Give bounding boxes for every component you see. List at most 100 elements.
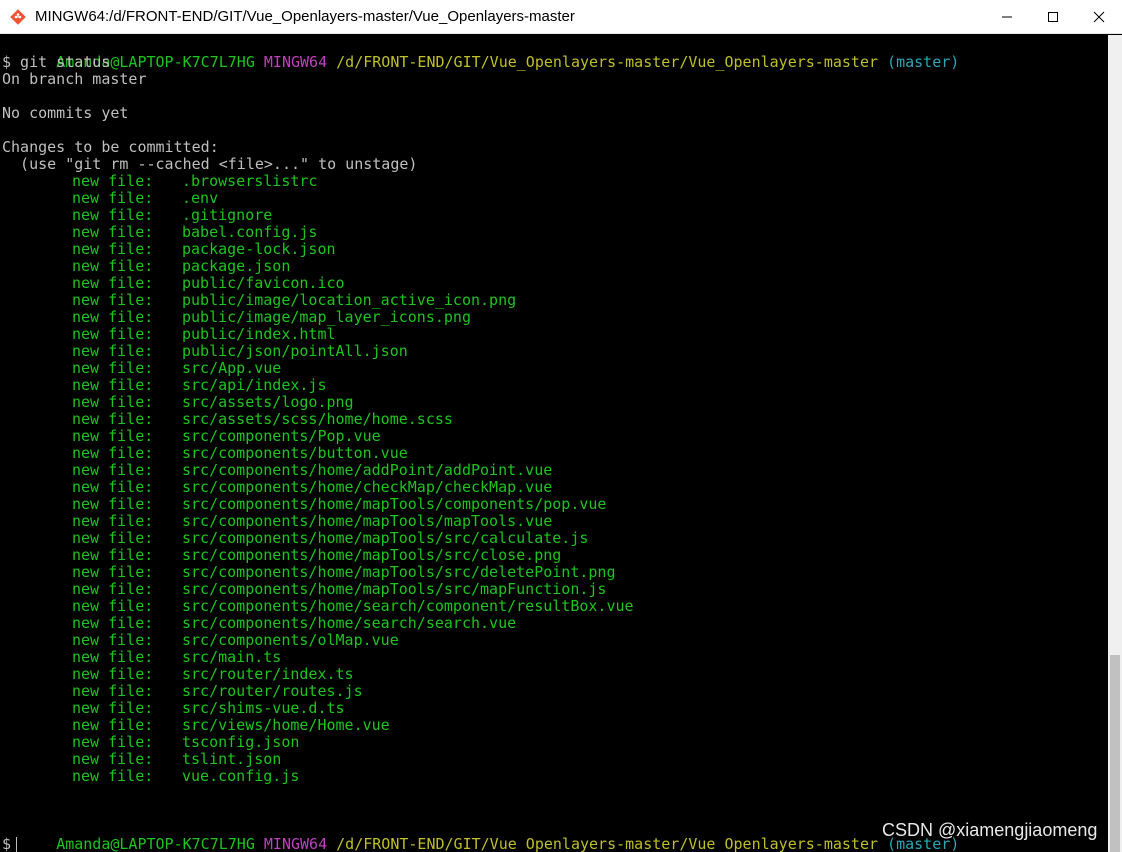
file-path: tslint.json xyxy=(182,750,282,768)
file-path: tsconfig.json xyxy=(182,733,300,751)
prompt-line: Amanda@LAPTOP-K7C7L7HG MINGW64 /d/FRONT-… xyxy=(2,819,959,852)
new-file-label: new file: xyxy=(72,376,154,394)
new-file-label: new file: xyxy=(72,512,154,530)
prompt-path: /d/FRONT-END/GIT/Vue_Openlayers-master/V… xyxy=(336,835,879,852)
file-path: src/views/home/Home.vue xyxy=(182,716,390,734)
prompt-branch: (master) xyxy=(887,53,960,71)
command-line: $ git status xyxy=(2,53,111,71)
file-path: package.json xyxy=(182,257,291,275)
file-path: public/json/pointAll.json xyxy=(182,342,408,360)
file-path: src/components/home/addPoint/addPoint.vu… xyxy=(182,461,553,479)
prompt-user: Amanda@LAPTOP-K7C7L7HG xyxy=(56,835,255,852)
file-path: src/assets/scss/home/home.scss xyxy=(182,410,453,428)
new-file-label: new file: xyxy=(72,631,154,649)
no-commits-text: No commits yet xyxy=(2,104,129,122)
file-path: src/components/home/search/component/res… xyxy=(182,597,634,615)
close-icon xyxy=(1093,11,1105,23)
file-path: src/components/home/mapTools/src/deleteP… xyxy=(182,563,616,581)
file-path: src/components/home/mapTools/src/close.p… xyxy=(182,546,562,564)
git-diamond-icon xyxy=(10,9,26,25)
new-file-label: new file: xyxy=(72,325,154,343)
maximize-icon xyxy=(1048,12,1058,22)
file-path: vue.config.js xyxy=(182,767,300,785)
new-file-label: new file: xyxy=(72,223,154,241)
minimize-icon xyxy=(1002,16,1012,18)
new-file-label: new file: xyxy=(72,291,154,309)
file-path: src/components/home/mapTools/src/mapFunc… xyxy=(182,580,607,598)
new-file-label: new file: xyxy=(72,461,154,479)
prompt-system: MINGW64 xyxy=(263,835,328,852)
new-file-label: new file: xyxy=(72,750,154,768)
new-file-label: new file: xyxy=(72,189,154,207)
new-file-label: new file: xyxy=(72,580,154,598)
new-file-label: new file: xyxy=(72,308,154,326)
new-file-label: new file: xyxy=(72,427,154,445)
file-path: .gitignore xyxy=(182,206,273,224)
new-file-label: new file: xyxy=(72,240,154,258)
file-path: src/components/home/mapTools/components/… xyxy=(182,495,607,513)
text-cursor xyxy=(16,837,18,852)
new-file-label: new file: xyxy=(72,529,154,547)
new-file-label: new file: xyxy=(72,546,154,564)
new-file-label: new file: xyxy=(72,478,154,496)
file-path: public/image/location_active_icon.png xyxy=(182,291,517,309)
file-path: src/api/index.js xyxy=(182,376,327,394)
file-path: src/components/Pop.vue xyxy=(182,427,381,445)
file-path: src/components/home/checkMap/checkMap.vu… xyxy=(182,478,553,496)
new-file-label: new file: xyxy=(72,495,154,513)
new-file-label: new file: xyxy=(72,716,154,734)
new-file-label: new file: xyxy=(72,410,154,428)
file-path: src/App.vue xyxy=(182,359,282,377)
file-path: .browserslistrc xyxy=(182,172,318,190)
file-path: src/components/home/mapTools/mapTools.vu… xyxy=(182,512,553,530)
file-path: src/components/home/search/search.vue xyxy=(182,614,517,632)
new-file-label: new file: xyxy=(72,342,154,360)
file-path: public/index.html xyxy=(182,325,336,343)
new-file-label: new file: xyxy=(72,597,154,615)
scrollbar-thumb[interactable] xyxy=(1110,655,1120,852)
prompt-path: /d/FRONT-END/GIT/Vue_Openlayers-master/V… xyxy=(336,53,879,71)
on-branch-text: On branch master xyxy=(2,70,147,88)
input-line[interactable]: $ xyxy=(2,835,18,852)
new-file-label: new file: xyxy=(72,614,154,632)
file-path: src/components/olMap.vue xyxy=(182,631,399,649)
new-file-label: new file: xyxy=(72,563,154,581)
file-path: src/components/home/mapTools/src/calcula… xyxy=(182,529,589,547)
file-path: package-lock.json xyxy=(182,240,336,258)
new-file-label: new file: xyxy=(72,393,154,411)
new-file-label: new file: xyxy=(72,648,154,666)
file-path: .env xyxy=(182,189,219,207)
vertical-scrollbar[interactable] xyxy=(1108,35,1122,852)
unstage-hint: (use "git rm --cached <file>..." to unst… xyxy=(2,155,418,173)
file-path: src/router/routes.js xyxy=(182,682,363,700)
new-file-label: new file: xyxy=(72,767,154,785)
git-bash-window: MINGW64:/d/FRONT-END/GIT/Vue_Openlayers-… xyxy=(0,0,1122,852)
file-path: src/router/index.ts xyxy=(182,665,354,683)
minimize-button[interactable] xyxy=(984,0,1030,34)
file-path: public/image/map_layer_icons.png xyxy=(182,308,471,326)
file-path: babel.config.js xyxy=(182,223,318,241)
prompt-line: Amanda@LAPTOP-K7C7L7HG MINGW64 /d/FRONT-… xyxy=(2,37,959,71)
file-path: public/favicon.ico xyxy=(182,274,345,292)
new-file-label: new file: xyxy=(72,257,154,275)
title-bar[interactable]: MINGW64:/d/FRONT-END/GIT/Vue_Openlayers-… xyxy=(0,0,1122,34)
window-title: MINGW64:/d/FRONT-END/GIT/Vue_Openlayers-… xyxy=(35,8,575,25)
new-file-label: new file: xyxy=(72,665,154,683)
new-file-label: new file: xyxy=(72,444,154,462)
input-prompt: $ xyxy=(2,835,12,852)
new-file-label: new file: xyxy=(72,172,154,190)
changes-header: Changes to be committed: xyxy=(2,138,219,156)
prompt-system: MINGW64 xyxy=(263,53,328,71)
new-file-label: new file: xyxy=(72,682,154,700)
file-path: src/components/button.vue xyxy=(182,444,408,462)
file-path: src/shims-vue.d.ts xyxy=(182,699,345,717)
terminal-output[interactable]: Amanda@LAPTOP-K7C7L7HG MINGW64 /d/FRONT-… xyxy=(0,35,1108,852)
new-file-label: new file: xyxy=(72,206,154,224)
close-button[interactable] xyxy=(1076,0,1122,34)
new-file-label: new file: xyxy=(72,699,154,717)
file-path: src/assets/logo.png xyxy=(182,393,354,411)
maximize-button[interactable] xyxy=(1030,0,1076,34)
new-file-label: new file: xyxy=(72,359,154,377)
new-file-label: new file: xyxy=(72,274,154,292)
watermark: CSDN @xiamengjiaomeng xyxy=(882,820,1098,840)
